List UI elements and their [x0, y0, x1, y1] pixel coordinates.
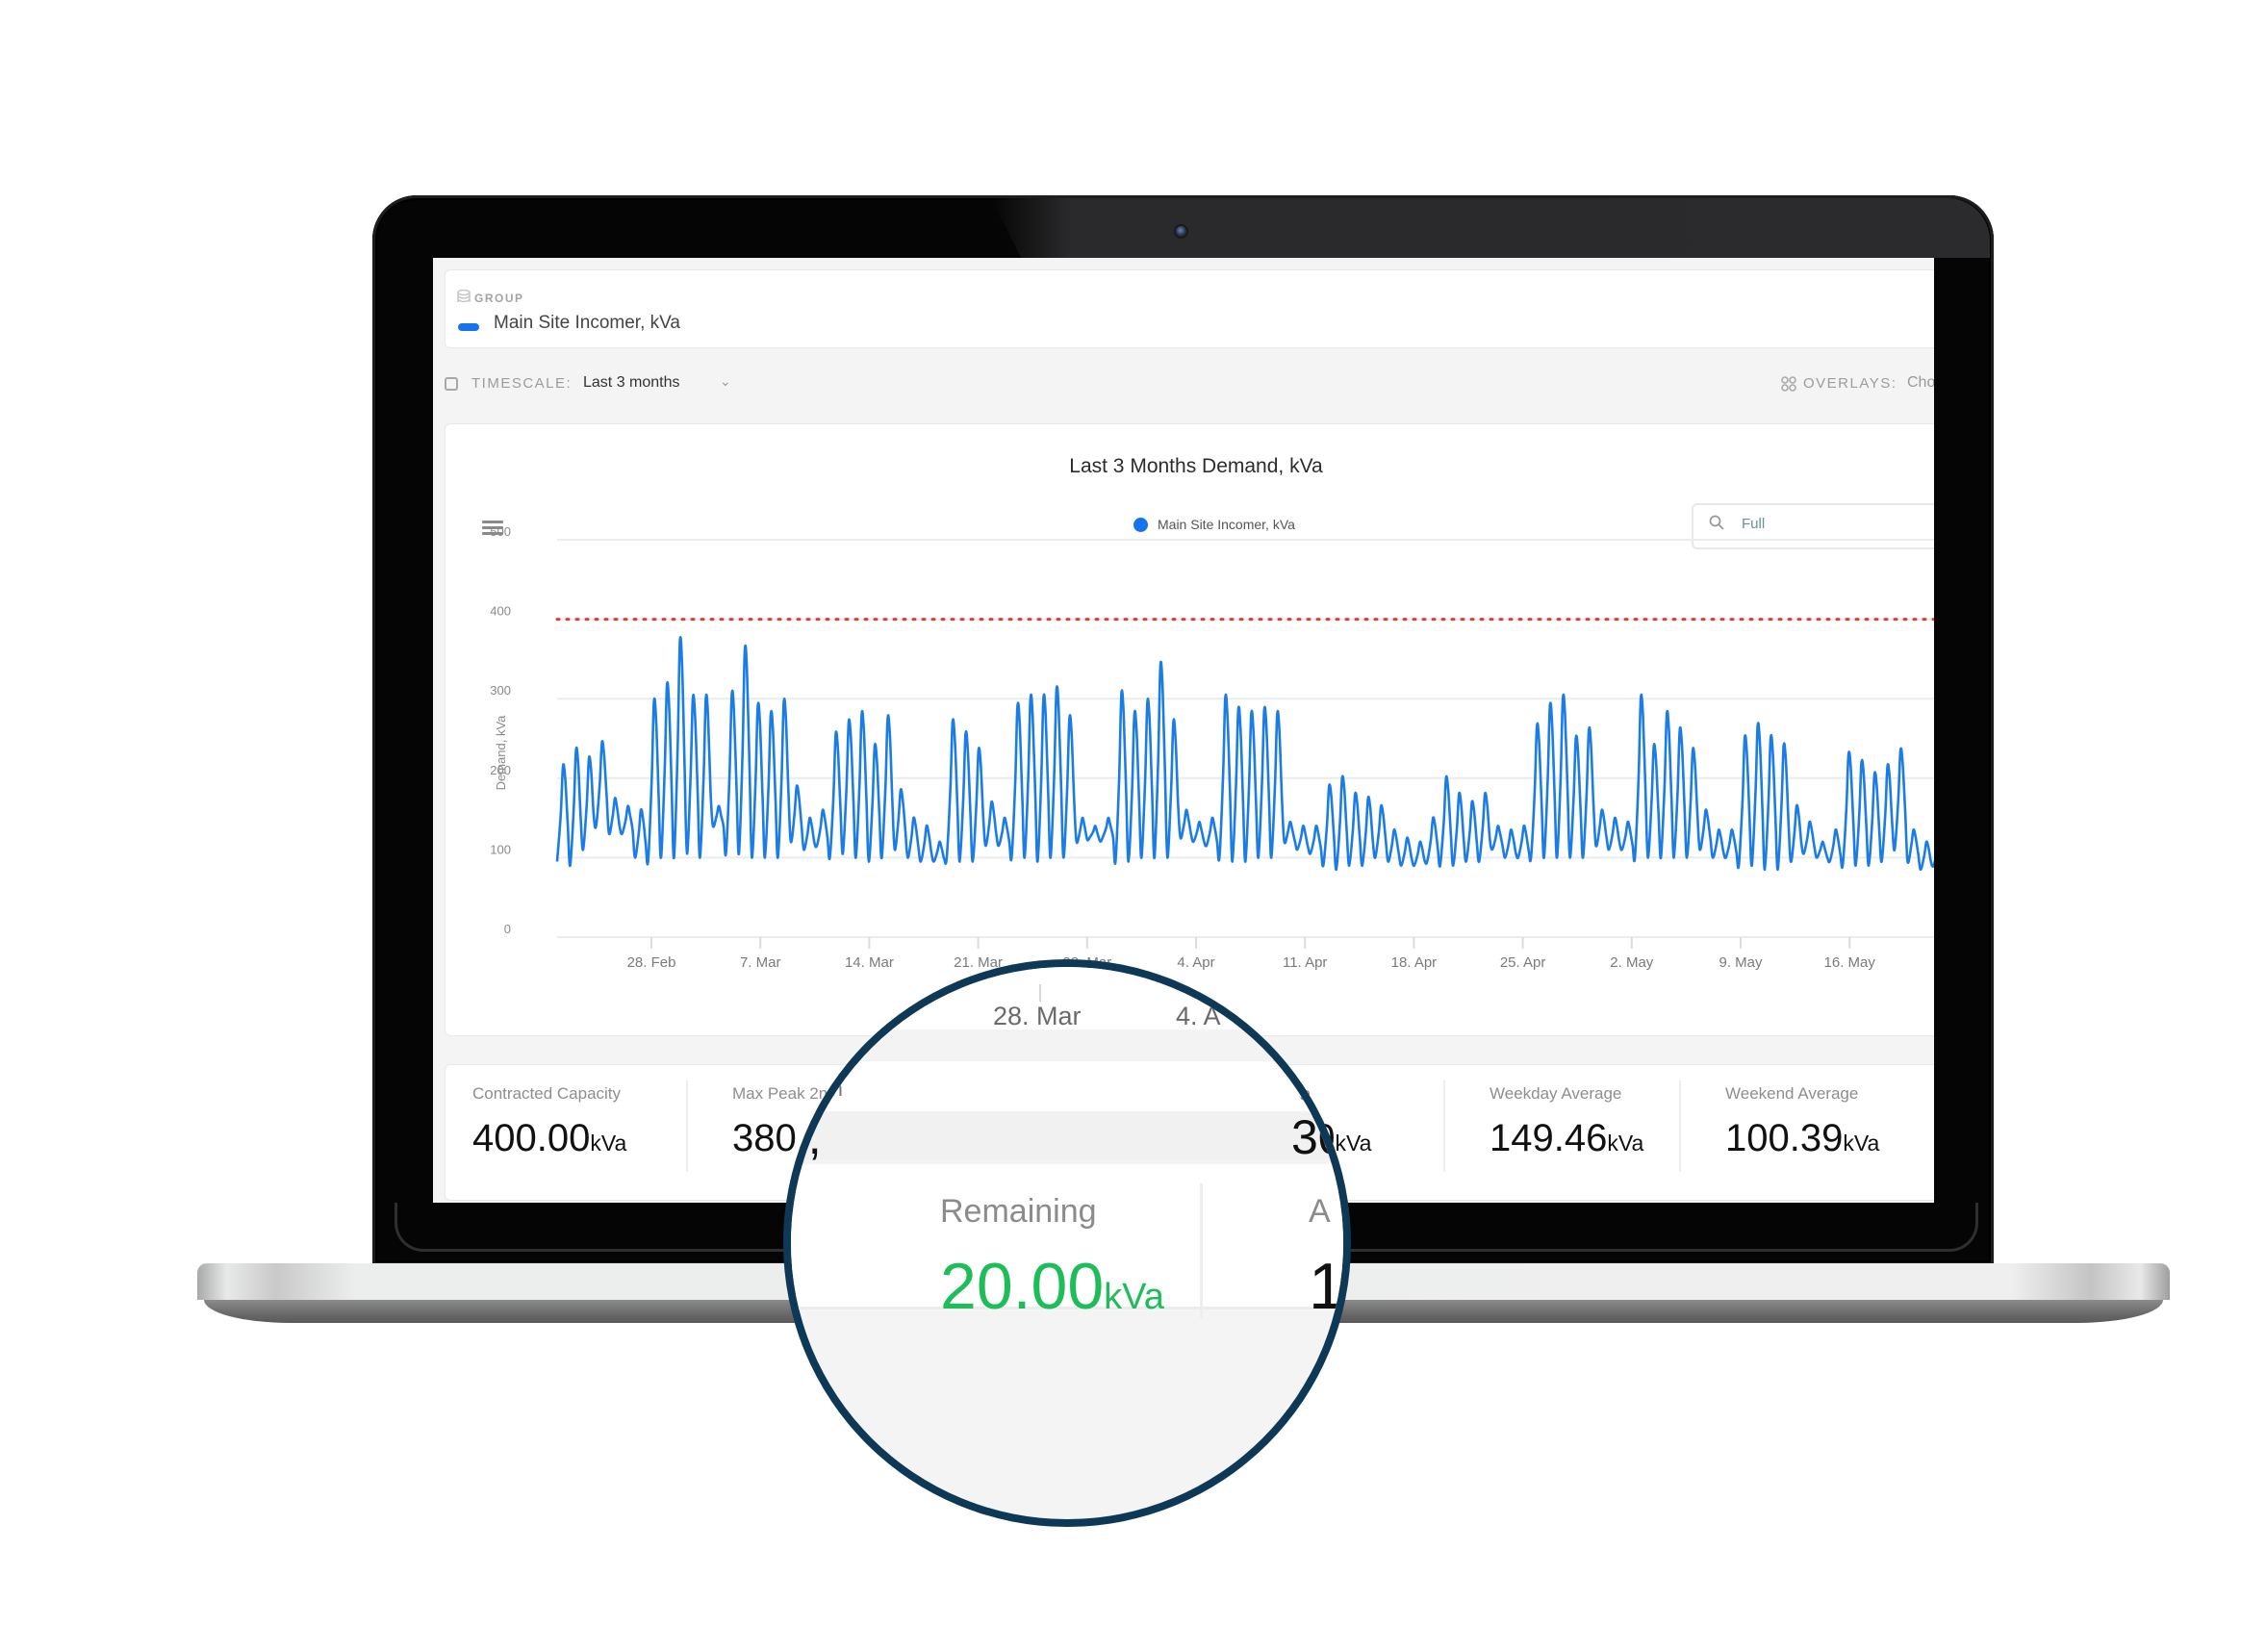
magnified-gap	[791, 1030, 1343, 1061]
x-tick-label: 18. Apr	[1391, 954, 1438, 971]
remaining-card: Remaining 20.00kVa A 1	[791, 1164, 1343, 1323]
next-stat-value: 1	[1309, 1250, 1343, 1323]
x-tick-label: 16. May	[1824, 954, 1876, 971]
layers-icon	[457, 290, 471, 303]
demand-chart: 0100200300400500Demand, kVa28. Feb 7. Mar…	[490, 524, 1934, 971]
overlays-icon	[1781, 376, 1796, 392]
stat-divider	[1679, 1080, 1681, 1172]
camera-icon	[1176, 226, 1186, 237]
stat-value: 149.46kVa	[1490, 1117, 1643, 1160]
stat-item: Weekend Average 100.39kVa	[1725, 1084, 1879, 1160]
magnified-date-label: 4. A	[1176, 1002, 1221, 1030]
timescale-dropdown[interactable]: Last 3 months	[583, 374, 680, 392]
calendar-icon	[445, 377, 458, 391]
stat-value: 100.39kVa	[1725, 1117, 1879, 1160]
stat-unit: kVa	[590, 1131, 627, 1156]
x-tick-label: 28. Feb	[627, 954, 676, 971]
remaining-label: Remaining	[940, 1193, 1097, 1230]
chevron-down-icon[interactable]: ⌄	[720, 373, 731, 390]
stat-value: 400.00kVa	[472, 1117, 626, 1160]
magnified-stats-band	[791, 1111, 1343, 1159]
stat-item: Weekday Average 149.46kVa	[1490, 1084, 1643, 1160]
magnifier-callout: 28. Mar 4. A ak 2n ge 0, 30 Remaining 20…	[791, 967, 1343, 1519]
remaining-value: 20.00kVa	[940, 1249, 1164, 1324]
magnified-stat-value: 30	[1291, 1110, 1343, 1164]
stat-label: Weekday Average	[1490, 1084, 1622, 1103]
magnified-stat-value: 0,	[791, 1110, 822, 1164]
y-tick-label: 100	[490, 842, 511, 856]
timescale-label: TIMESCALE:	[471, 375, 573, 392]
remaining-number: 20.00	[940, 1250, 1105, 1323]
overlays-label: OVERLAYS:	[1803, 375, 1897, 392]
magnified-stat-label: ge	[1299, 1077, 1323, 1101]
group-series-name[interactable]: Main Site Incomer, kVa	[494, 313, 680, 334]
x-tick-label: 7. Mar	[740, 954, 781, 971]
next-stat-label: A	[1309, 1193, 1331, 1230]
series-color-swatch	[458, 323, 479, 331]
y-tick-label: 400	[490, 604, 511, 619]
toolbar: TIMESCALE: Last 3 months ⌄ OVERLAYS: Cho	[445, 371, 1934, 400]
y-tick-label: 500	[490, 524, 511, 539]
stat-item: Contracted Capacity 400.00kVa	[472, 1084, 626, 1160]
stat-divider	[686, 1080, 688, 1172]
stat-number: 400.00	[472, 1117, 591, 1159]
stat-divider	[1443, 1080, 1445, 1172]
stat-unit: kVa	[1607, 1131, 1644, 1156]
remaining-unit: kVa	[1104, 1277, 1164, 1317]
stat-label: Weekend Average	[1725, 1084, 1859, 1103]
lid-glare	[991, 198, 1990, 258]
stat-number: 100.39	[1725, 1117, 1844, 1159]
group-label: GROUP	[474, 292, 524, 305]
stat-label: Contracted Capacity	[472, 1084, 622, 1103]
magnified-stats-row: ak 2n ge	[791, 1061, 1343, 1113]
x-tick-label: 9. May	[1719, 954, 1763, 971]
group-card: GROUP Main Site Incomer, kVa	[445, 269, 1934, 348]
magnified-axis-tick	[1039, 984, 1041, 1002]
chart-card: Last 3 Months Demand, kVa Main Site Inco…	[445, 423, 1934, 1036]
y-tick-label: 0	[504, 922, 511, 936]
stat-number: 149.46	[1490, 1117, 1608, 1159]
overlays-dropdown[interactable]: Cho	[1907, 374, 1934, 392]
stat-divider	[1200, 1183, 1203, 1318]
series-line	[555, 636, 1934, 872]
x-tick-label: 25. Apr	[1500, 954, 1546, 971]
y-tick-label: 300	[490, 683, 511, 698]
magnified-stat-label: ak 2n	[791, 1077, 843, 1101]
x-tick-label: 2. May	[1610, 954, 1654, 971]
stat-unit: kVa	[1843, 1131, 1880, 1156]
y-axis-label: Demand, kVa	[494, 715, 508, 791]
magnified-date-label: 28. Mar	[993, 1002, 1082, 1030]
